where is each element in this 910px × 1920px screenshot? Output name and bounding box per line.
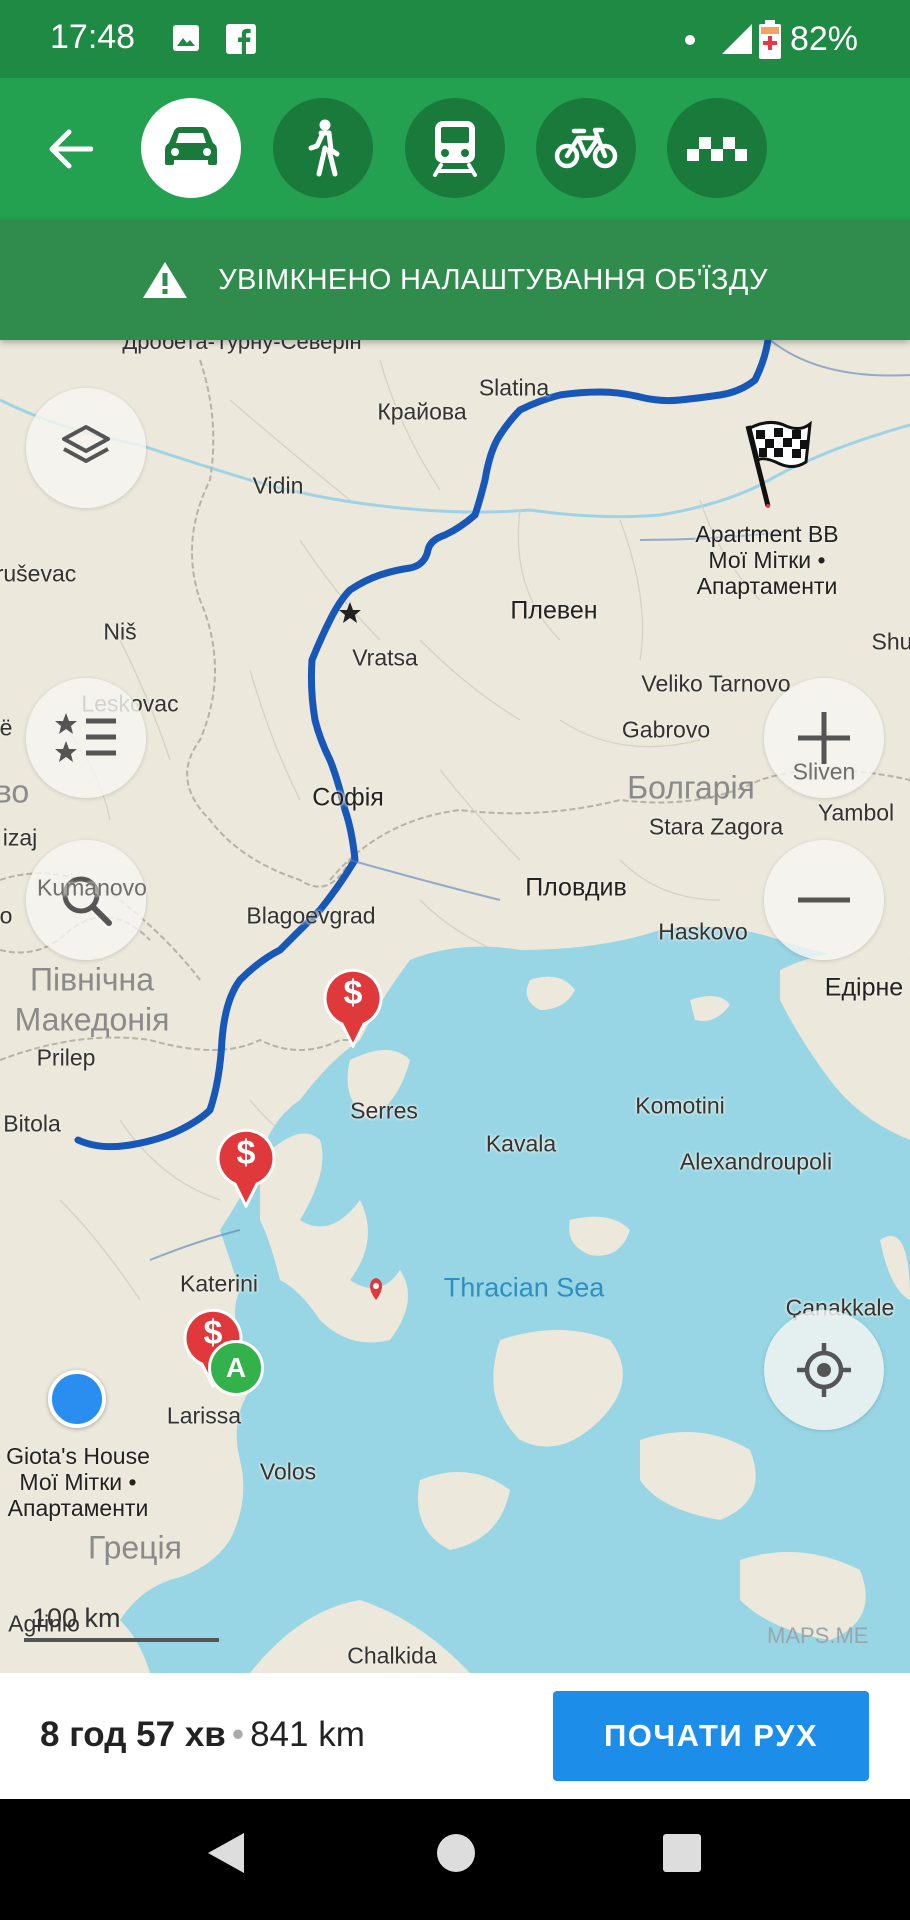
map-label: Македонія <box>14 1001 170 1038</box>
map-label: во <box>0 773 30 810</box>
origin-label: Giota's House Мої Мітки • Апартаменти <box>6 1443 150 1521</box>
mode-transit-button[interactable] <box>405 98 505 198</box>
route-distance: 841 km <box>250 1715 365 1754</box>
map-label: Slatina <box>478 374 550 401</box>
route-panel: 8 год 57 хв • 841 km ПОЧАТИ РУХ <box>0 1673 910 1799</box>
map-label: Плевен <box>510 596 598 625</box>
warning-icon <box>142 260 188 300</box>
map-label: Alexandroupoli <box>679 1148 833 1175</box>
map-label: Софія <box>312 783 384 812</box>
map-label: Крайова <box>377 398 467 425</box>
maps-me-watermark: MAPS.ME <box>767 1623 869 1648</box>
back-arrow-icon <box>49 129 93 169</box>
bookmarks-button[interactable] <box>26 678 146 798</box>
toll-symbol: $ <box>343 974 363 1012</box>
waypoint-a-marker[interactable]: A <box>208 1340 264 1396</box>
map-label: Prilep <box>36 1044 96 1071</box>
back-button[interactable] <box>40 114 100 184</box>
map-label: Bitola <box>3 1110 61 1137</box>
start-navigation-button[interactable]: ПОЧАТИ РУХ <box>553 1691 869 1781</box>
image-icon <box>172 24 200 57</box>
map-label: Пловдив <box>525 873 627 902</box>
map-label: Chalkida <box>347 1642 437 1669</box>
train-icon <box>433 121 477 177</box>
bicycle-icon <box>554 127 618 169</box>
map-label: Serres <box>350 1097 418 1124</box>
scale-label: 100 km <box>32 1603 121 1633</box>
battery-percent: 82% <box>789 20 858 58</box>
map-label: Volos <box>259 1458 317 1485</box>
toll-marker[interactable]: $ <box>322 968 384 1053</box>
minus-icon <box>798 897 850 903</box>
scale-bar <box>24 1638 219 1642</box>
map-label: Північна <box>29 961 155 998</box>
map-label: Yambol <box>817 799 895 826</box>
android-nav-bar <box>0 1799 910 1920</box>
nav-recents-icon <box>663 1834 701 1872</box>
map-label: ë <box>0 714 13 741</box>
map-label: Kavala <box>485 1130 557 1157</box>
mode-car-button[interactable] <box>141 98 241 198</box>
map-label: Sliven <box>792 758 856 785</box>
map-label: Blagoevgrad <box>246 902 376 929</box>
transport-mode-bar <box>0 78 910 220</box>
map-label: izaj <box>2 824 38 851</box>
detour-notice-text: УВІМКНЕНО НАЛАШТУВАННЯ ОБ'ЇЗДУ <box>218 263 768 296</box>
map-scale: 100 km <box>24 1603 219 1642</box>
map-label: Vratsa <box>352 644 418 671</box>
map-label: Niš <box>103 618 137 645</box>
map-label: ruševac <box>0 560 77 587</box>
map-label: Larissa <box>166 1402 242 1429</box>
finish-flag-icon[interactable] <box>740 418 812 513</box>
bookmarks-list-icon <box>55 713 116 762</box>
nav-back-icon <box>208 1833 244 1873</box>
map-label: Дробета-Турну-Северін <box>122 340 362 354</box>
layers-icon <box>62 425 110 463</box>
map-view[interactable]: Дробета-Турну-Северін Slatina Крайова Vi… <box>0 340 910 1673</box>
battery-charging-icon <box>758 20 782 65</box>
map-label: Болгарія <box>627 769 755 806</box>
route-duration: 8 год 57 хв <box>40 1715 226 1754</box>
signal-icon <box>722 24 754 61</box>
map-label: Katerini <box>180 1270 258 1297</box>
my-location-button[interactable] <box>764 1310 884 1430</box>
map-label: o <box>0 902 13 929</box>
dot-icon <box>684 33 696 51</box>
toll-symbol: $ <box>236 1134 256 1172</box>
status-time: 17:48 <box>50 18 136 56</box>
facebook-icon <box>226 24 256 59</box>
location-target-icon <box>797 1343 851 1397</box>
nav-back-button[interactable] <box>204 1829 248 1882</box>
mode-taxi-button[interactable] <box>667 98 767 198</box>
destination-label: Apartment BB Мої Мітки • Апартаменти <box>695 521 839 599</box>
mode-walk-button[interactable] <box>273 98 373 198</box>
map-label: Kumanovo <box>37 874 147 901</box>
mode-bike-button[interactable] <box>536 98 636 198</box>
nav-home-button[interactable] <box>434 1829 478 1882</box>
taxi-icon <box>687 137 747 161</box>
layers-button[interactable] <box>26 388 146 508</box>
map-label: Komotini <box>635 1092 725 1119</box>
separator-dot: • <box>231 1715 245 1754</box>
toll-marker[interactable]: $ <box>215 1128 277 1213</box>
zoom-out-button[interactable] <box>764 840 884 960</box>
nav-recents-button[interactable] <box>660 1829 704 1882</box>
status-bar: 17:48 82% <box>0 0 910 78</box>
nav-home-icon <box>437 1834 475 1872</box>
detour-notice[interactable]: УВІМКНЕНО НАЛАШТУВАННЯ ОБ'ЇЗДУ <box>0 220 910 340</box>
map-label: Vidin <box>252 472 304 499</box>
route-summary: 8 год 57 хв • 841 km <box>40 1715 365 1755</box>
map-label: Gabrovo <box>621 716 711 743</box>
map-label: Haskovo <box>658 918 748 945</box>
map-label: Shu <box>871 628 910 655</box>
pedestrian-icon <box>308 119 340 177</box>
map-label: Thracian Sea <box>443 1272 605 1303</box>
map-label: Едірне <box>824 973 904 1002</box>
car-icon <box>165 127 217 165</box>
map-label: Veliko Tarnovo <box>641 670 791 697</box>
current-location-marker[interactable] <box>48 1370 106 1428</box>
map-label: Греція <box>88 1529 182 1566</box>
map-label: Stara Zagora <box>648 813 784 840</box>
